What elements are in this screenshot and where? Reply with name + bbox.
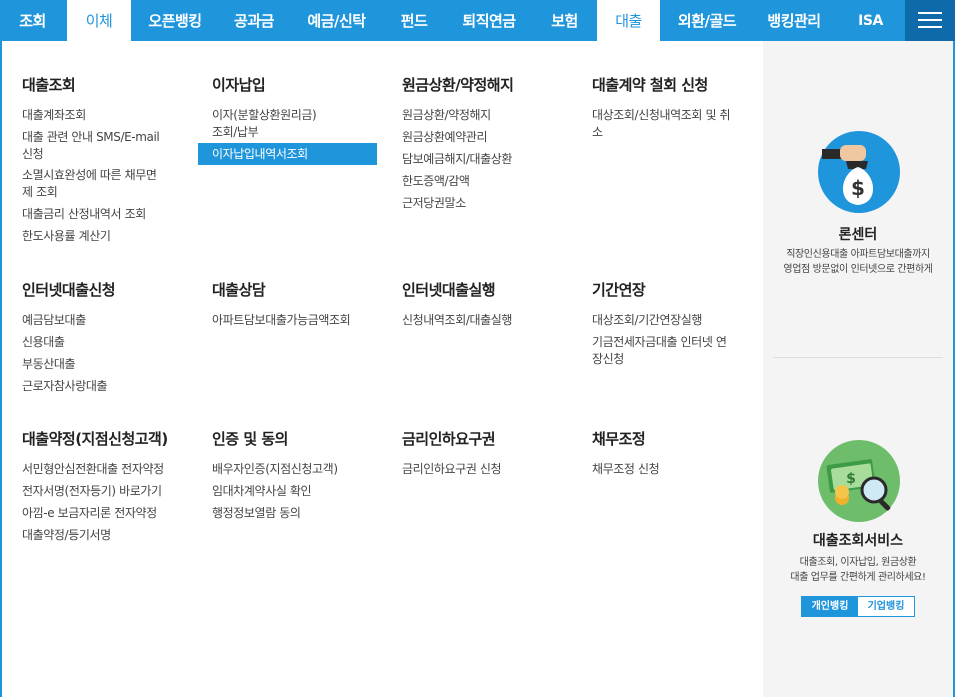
link-repayment-reservation[interactable]: 원금상환예약관리 (402, 129, 488, 146)
link-deposit-collateral-loan[interactable]: 예금담보대출 (22, 312, 86, 329)
link-mortgage-cancel[interactable]: 근저당권말소 (402, 195, 466, 212)
business-banking-button[interactable]: 기업뱅킹 (858, 597, 914, 616)
link-real-estate-loan[interactable]: 부동산대출 (22, 356, 76, 373)
tab-transfer[interactable]: 이체 (67, 0, 131, 42)
side-divider (773, 357, 943, 358)
banking-type-toggle: 개인뱅킹 기업뱅킹 (801, 596, 915, 617)
link-limit-calculator[interactable]: 한도사용률 계산기 (22, 228, 111, 245)
top-nav: 조회 이체 오픈뱅킹 공과금 예금/신탁 펀드 퇴직연금 보험 대출 외환/골드… (0, 0, 955, 42)
tab-insurance[interactable]: 보험 (534, 0, 595, 41)
link-withdrawal-inquiry[interactable]: 대상조회/신청내역조회 및 취 소 (592, 107, 752, 141)
tab-deposit-trust[interactable]: 예금/신탁 (291, 0, 382, 41)
link-sms-email-notification[interactable]: 대출 관련 안내 SMS/E-mail 신청 (22, 129, 182, 163)
link-collateral-cancel[interactable]: 담보예금해지/대출상환 (402, 151, 512, 168)
link-bogeumjari-agreement[interactable]: 아낌-e 보금자리론 전자약정 (22, 505, 157, 522)
link-debt-exemption-inquiry[interactable]: 소멸시효완성에 따른 채무면 제 조회 (22, 167, 182, 201)
link-e-signature[interactable]: 전자서명(전자등기) 바로가기 (22, 483, 162, 500)
tab-utility[interactable]: 공과금 (219, 0, 289, 41)
tab-loan[interactable]: 대출 (597, 0, 660, 42)
inquiry-service-desc-2: 대출 업무를 간편하게 관리하세요! (790, 572, 926, 583)
section-title-debt-adjustment: 채무조정 (592, 430, 646, 448)
personal-banking-button[interactable]: 개인뱅킹 (802, 597, 858, 616)
inquiry-service-title[interactable]: 대출조회서비스 (763, 530, 953, 550)
loan-center-desc-1: 직장인신용대출 아파트담보대출까지 (786, 249, 930, 260)
link-interest-inquiry-payment[interactable]: 이자(분할상환원리금) 조회/납부 (212, 107, 372, 141)
link-loan-account-inquiry[interactable]: 대출계좌조회 (22, 107, 86, 124)
link-jeonse-extension[interactable]: 기금전세자금대출 인터넷 연 장신청 (592, 334, 752, 368)
section-title-principal-repayment: 원금상환/약정해지 (402, 76, 514, 94)
tab-inquiry[interactable]: 조회 (0, 0, 65, 41)
link-spouse-auth[interactable]: 배우자인증(지점신청고객) (212, 461, 338, 478)
link-principal-repayment[interactable]: 원금상환/약정해지 (402, 107, 491, 124)
money-magnifier-icon: $ (818, 440, 900, 522)
loan-center-desc-2: 영업점 방문없이 인터넷으로 간편하게 (783, 264, 933, 275)
link-admin-info-consent[interactable]: 행정정보열람 동의 (212, 505, 301, 522)
link-loan-execution[interactable]: 신청내역조회/대출실행 (402, 312, 512, 329)
section-title-auth-consent: 인증 및 동의 (212, 430, 288, 448)
section-title-rate-cut-request: 금리인하요구권 (402, 430, 496, 448)
inquiry-service-dollar-symbol: $ (846, 471, 856, 487)
section-title-internet-loan-exec: 인터넷대출실행 (402, 281, 496, 299)
side-promo-area: $ 론센터 직장인신용대출 아파트담보대출까지 영업점 방문없이 인터넷으로 간… (763, 41, 953, 697)
link-extension-exec[interactable]: 대상조회/기간연장실행 (592, 312, 702, 329)
link-credit-loan[interactable]: 신용대출 (22, 334, 65, 351)
tab-banking-management[interactable]: 뱅킹관리 (754, 0, 834, 41)
link-debt-adjustment-apply[interactable]: 채무조정 신청 (592, 461, 660, 478)
section-title-internet-loan-apply: 인터넷대출신청 (22, 281, 116, 299)
hamburger-menu-icon[interactable] (905, 0, 955, 41)
tab-retirement-pension[interactable]: 퇴직연금 (446, 0, 532, 41)
link-rate-cut-apply[interactable]: 금리인하요구권 신청 (402, 461, 502, 478)
link-interest-payment-statement[interactable]: 이자납입내역서조회 (198, 143, 377, 165)
section-title-extension: 기간연장 (592, 281, 646, 299)
link-lease-confirmation[interactable]: 임대차계약사실 확인 (212, 483, 312, 500)
tab-isa[interactable]: ISA (836, 0, 905, 41)
link-worker-loan[interactable]: 근로자참사랑대출 (22, 378, 108, 395)
section-title-loan-agreement: 대출약정(지점신청고객) (22, 430, 168, 448)
section-title-loan-inquiry: 대출조회 (22, 76, 76, 94)
loan-center-title[interactable]: 론센터 (763, 224, 953, 244)
tab-fund[interactable]: 펀드 (384, 0, 444, 41)
loan-center-dollar-symbol: $ (851, 176, 865, 200)
section-title-loan-consult: 대출상담 (212, 281, 266, 299)
money-bag-hand-icon: $ (818, 131, 900, 213)
section-title-withdrawal: 대출계약 철회 신청 (592, 76, 708, 94)
inquiry-service-desc-1: 대출조회, 이자납입, 원금상환 (799, 557, 917, 568)
link-interest-statement-inquiry[interactable]: 대출금리 산정내역서 조회 (22, 206, 146, 223)
link-registration-signature[interactable]: 대출약정/등기서명 (22, 527, 111, 544)
tab-open-banking[interactable]: 오픈뱅킹 (133, 0, 217, 41)
link-apartment-loan-amount[interactable]: 아파트담보대출가능금액조회 (212, 312, 351, 329)
link-safe-conversion-agreement[interactable]: 서민형안심전환대출 전자약정 (22, 461, 164, 478)
section-title-interest-payment: 이자납입 (212, 76, 266, 94)
link-limit-adjust[interactable]: 한도증액/감액 (402, 173, 470, 190)
tab-fx-gold[interactable]: 외환/골드 (662, 0, 752, 41)
